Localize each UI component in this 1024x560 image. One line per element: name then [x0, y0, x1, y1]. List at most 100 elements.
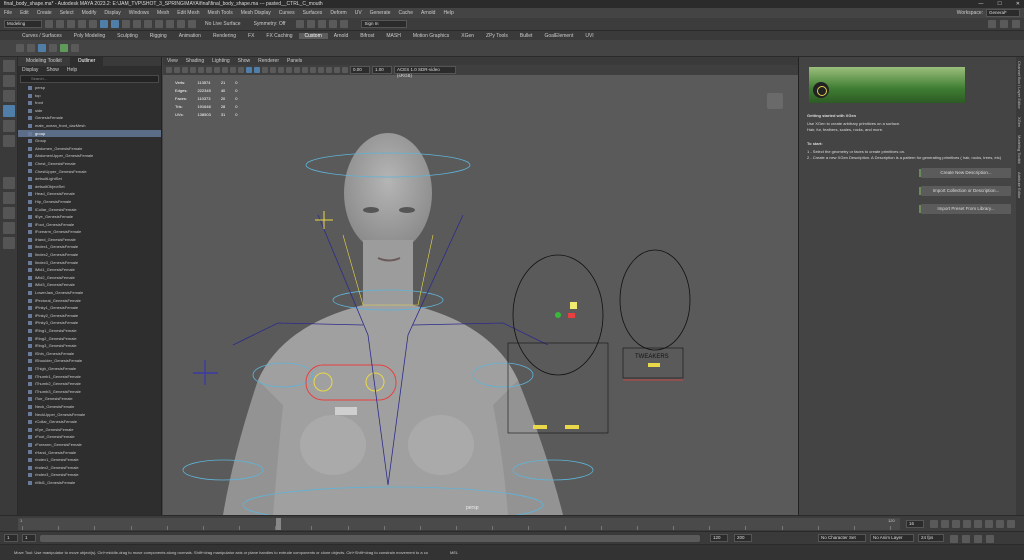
outliner-item[interactable]: lRing1_GenesisFemale — [18, 327, 161, 335]
side-tab[interactable]: Channel Box / Layer Editor — [1016, 57, 1023, 113]
outliner-item[interactable]: lIndex3_GenesisFemale — [18, 259, 161, 267]
shelf-tab-poly-modeling[interactable]: Poly Modeling — [68, 33, 111, 39]
ambient-occlusion-icon[interactable] — [294, 67, 300, 73]
safe-action-icon[interactable] — [238, 67, 244, 73]
range-slider[interactable]: 1 1 120 200 No Character Set No Anim Lay… — [0, 531, 1024, 544]
sign-in-button[interactable]: Sign In — [361, 20, 408, 28]
render-icon[interactable] — [296, 20, 305, 28]
menu-uv[interactable]: UV — [355, 10, 362, 16]
select-component-icon[interactable] — [122, 20, 130, 28]
menu-set-dropdown[interactable]: Modeling — [4, 20, 42, 28]
outliner-item[interactable]: GenesisFemale — [18, 114, 161, 122]
outliner-item[interactable]: lPinky2_GenesisFemale — [18, 312, 161, 320]
step-forward-frame-icon[interactable] — [985, 520, 993, 528]
outliner-item[interactable]: lHand_GenesisFemale — [18, 236, 161, 244]
outliner-item[interactable]: lRing2_GenesisFemale — [18, 335, 161, 343]
outliner-item[interactable]: lForearm_GenesisFemale — [18, 228, 161, 236]
outliner-item[interactable]: lEye_GenesisFemale — [18, 213, 161, 221]
outliner-item[interactable]: front — [18, 99, 161, 107]
layout-single-icon[interactable] — [3, 177, 15, 189]
shelf-tab-custom[interactable]: Custom — [298, 32, 328, 39]
close-icon[interactable]: ✕ — [1016, 0, 1020, 8]
outliner-item[interactable]: male_ocean_front_dazMesh — [18, 122, 161, 130]
snap-surface-icon[interactable] — [177, 20, 185, 28]
isolate-select-icon[interactable] — [318, 67, 324, 73]
render-settings-icon[interactable] — [318, 20, 327, 28]
current-frame-marker[interactable] — [276, 518, 281, 530]
create-new-description-button[interactable]: Create New Description... — [921, 168, 1011, 178]
shelf-tab-zpy-tools[interactable]: ZPy Tools — [480, 33, 514, 39]
select-hierarchy-icon[interactable] — [100, 20, 108, 28]
mel-label[interactable]: MEL — [450, 545, 458, 560]
menu-mesh-tools[interactable]: Mesh Tools — [208, 10, 233, 16]
anti-alias-icon[interactable] — [310, 67, 316, 73]
menu-deform[interactable]: Deform — [330, 10, 346, 16]
outliner-item[interactable]: ChestUpper_GenesisFemale — [18, 168, 161, 176]
ipr-render-icon[interactable] — [307, 20, 316, 28]
viewport-menu-panels[interactable]: Panels — [287, 57, 302, 65]
anim-prefs-icon[interactable] — [986, 535, 994, 543]
character-set-dropdown[interactable]: No Character Set — [818, 534, 866, 542]
outliner-item[interactable]: group — [18, 129, 161, 138]
scale-tool-icon[interactable] — [3, 135, 15, 147]
menu-cache[interactable]: Cache — [399, 10, 413, 16]
snap-point-icon[interactable] — [155, 20, 163, 28]
current-frame-field[interactable]: 16 — [906, 520, 924, 528]
shelf-tab-rigging[interactable]: Rigging — [144, 33, 173, 39]
shelf-tab-xgen[interactable]: XGen — [455, 33, 480, 39]
menu-help[interactable]: Help — [443, 10, 453, 16]
resolution-gate-icon[interactable] — [214, 67, 220, 73]
outliner-item[interactable]: side — [18, 107, 161, 115]
step-forward-key-icon[interactable] — [996, 520, 1004, 528]
menu-curves[interactable]: Curves — [279, 10, 295, 16]
shelf-tab-goalelement[interactable]: GoalElement — [538, 33, 579, 39]
trash-icon[interactable] — [767, 93, 783, 109]
select-object-icon[interactable] — [111, 20, 119, 28]
outliner-item[interactable]: lThigh_GenesisFemale — [18, 365, 161, 373]
range-start-field[interactable]: 1 — [4, 534, 18, 542]
color-space-dropdown[interactable]: ACES 1.0 SDR-video (sRGB) — [394, 66, 456, 78]
outliner-item[interactable]: rForearm_GenesisFemale — [18, 441, 161, 449]
menu-edit-mesh[interactable]: Edit Mesh — [177, 10, 199, 16]
outliner-layout-icon[interactable] — [3, 222, 15, 234]
side-tab[interactable]: Attribute Editor — [1016, 168, 1023, 202]
bookmark-icon[interactable] — [182, 67, 188, 73]
outliner-item[interactable]: lCollar_GenesisFemale — [18, 206, 161, 214]
viewport-menu-renderer[interactable]: Renderer — [258, 57, 279, 65]
shelf-tab-fx-caching[interactable]: FX Caching — [260, 33, 298, 39]
outliner-item[interactable]: lThumb2_GenesisFemale — [18, 380, 161, 388]
outliner-item[interactable]: rEye_GenesisFemale — [18, 426, 161, 434]
undo-icon[interactable] — [78, 20, 86, 28]
menu-arnold[interactable]: Arnold — [421, 10, 435, 16]
magnet-icon[interactable] — [188, 20, 196, 28]
hypershade-icon[interactable] — [329, 20, 338, 28]
tab-modeling-toolkit[interactable]: Modeling Toolkit — [18, 57, 70, 66]
shelf-tool-icon[interactable] — [60, 44, 68, 52]
viewport-menu-show[interactable]: Show — [238, 57, 251, 65]
step-back-key-icon[interactable] — [941, 520, 949, 528]
gamma-field[interactable]: 1.00 — [372, 66, 392, 74]
outliner-item[interactable]: lMid2_GenesisFemale — [18, 274, 161, 282]
toggle-attribute-icon[interactable] — [1000, 20, 1008, 28]
minimize-icon[interactable]: — — [978, 0, 983, 8]
outliner-item[interactable]: lRing3_GenesisFemale — [18, 342, 161, 350]
outliner-item[interactable]: Group — [18, 137, 161, 145]
shelf-tab-curves-surfaces[interactable]: Curves / Surfaces — [16, 33, 68, 39]
outliner-item[interactable]: lShin_GenesisFemale — [18, 350, 161, 358]
layout-two-icon[interactable] — [3, 207, 15, 219]
tab-outliner[interactable]: Outliner — [69, 57, 104, 66]
camera-icon[interactable] — [166, 67, 172, 73]
outliner-item[interactable]: Head_GenesisFemale — [18, 190, 161, 198]
outliner-item[interactable]: rIndex1_GenesisFemale — [18, 456, 161, 464]
outliner-item[interactable]: Hip_GenesisFemale — [18, 198, 161, 206]
menu-generate[interactable]: Generate — [370, 10, 391, 16]
outliner-item[interactable]: rFoot_GenesisFemale — [18, 433, 161, 441]
outliner-item[interactable]: lIndex2_GenesisFemale — [18, 251, 161, 259]
outliner-item[interactable]: AbdomenUpper_GenesisFemale — [18, 152, 161, 160]
menu-create[interactable]: Create — [37, 10, 52, 16]
snap-view-icon[interactable] — [166, 20, 174, 28]
outliner-item[interactable]: lPinky3_GenesisFemale — [18, 319, 161, 327]
outliner-item[interactable]: lMid1_GenesisFemale — [18, 266, 161, 274]
side-tab[interactable]: Modeling Toolkit — [1016, 131, 1023, 168]
menu-mesh[interactable]: Mesh — [157, 10, 169, 16]
